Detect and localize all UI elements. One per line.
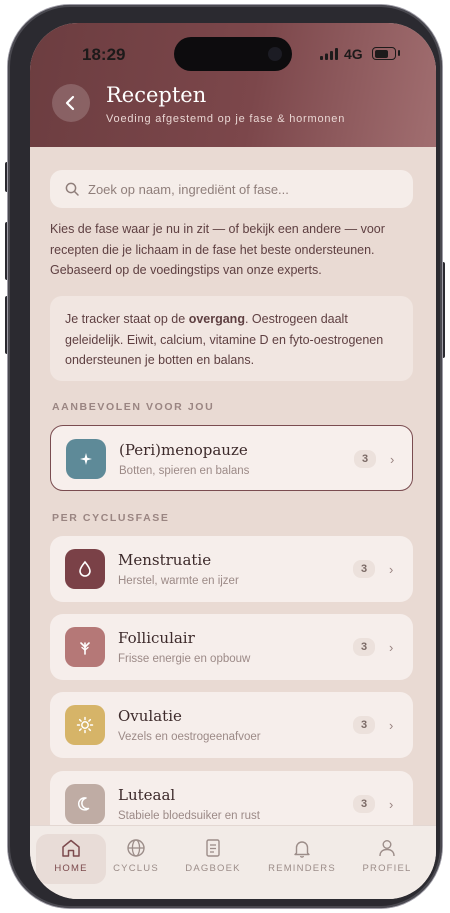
globe-icon (127, 839, 145, 857)
sprout-icon (80, 642, 90, 655)
tab-home[interactable]: HOME (36, 834, 106, 884)
card-description: Stabiele bloedsuiker en rust (118, 810, 260, 822)
recipe-card-menstruatie[interactable]: Menstruatie Herstel, warmte en ijzer 3 › (50, 536, 413, 602)
tab-label: HOME (54, 863, 88, 874)
section-heading-recommended: AANBEVOLEN VOOR JOU (52, 401, 215, 413)
back-button[interactable] (52, 84, 90, 122)
card-title: Luteaal (118, 786, 176, 804)
tab-reminders[interactable]: REMINDERS (262, 834, 342, 884)
card-description: Frisse energie en opbouw (118, 653, 251, 665)
recipe-card-ovulatie[interactable]: Ovulatie Vezels en oestrogeenafvoer 3 › (50, 692, 413, 758)
tab-label: REMINDERS (268, 863, 336, 874)
journal-icon (206, 839, 220, 857)
tab-profiel[interactable]: PROFIEL (352, 834, 422, 884)
tab-label: CYCLUS (113, 863, 159, 874)
status-time: 18:29 (82, 45, 126, 64)
card-icon-bg (66, 439, 106, 479)
search-icon (65, 182, 79, 196)
tracker-info-text: Je tracker staat op de overgang. Oestrog… (65, 312, 384, 367)
card-icon-bg (65, 784, 105, 824)
card-title: Menstruatie (118, 551, 212, 569)
recipe-card-perimenopauze[interactable]: (Peri)menopauze Botten, spieren en balan… (50, 425, 413, 491)
chevron-right-icon: › (389, 718, 394, 733)
chevron-right-icon: › (389, 562, 394, 577)
sparkle-icon (80, 453, 92, 465)
recipe-count-badge: 3 (353, 795, 375, 813)
bell-icon (294, 841, 310, 858)
recipe-card-folliculair[interactable]: Folliculair Frisse energie en opbouw 3 › (50, 614, 413, 680)
signal-icon (320, 48, 338, 60)
search-bar[interactable] (50, 170, 413, 208)
card-description: Vezels en oestrogeenafvoer (118, 731, 261, 743)
card-title: Folliculair (118, 629, 195, 647)
tab-label: DAGBOEK (185, 863, 241, 874)
page-subtitle: Voeding afgestemd op je fase & hormonen (106, 113, 346, 125)
recipe-count-badge: 3 (353, 716, 375, 734)
home-icon (62, 839, 80, 857)
sun-icon (76, 716, 94, 734)
user-icon (379, 840, 395, 857)
chevron-right-icon: › (389, 640, 394, 655)
app-screen: Recepten Voeding afgestemd op je fase & … (30, 23, 436, 899)
recipe-count-badge: 3 (353, 560, 375, 578)
card-description: Herstel, warmte en ijzer (118, 575, 239, 587)
recipe-count-badge: 3 (354, 450, 376, 468)
card-title: (Peri)menopauze (119, 441, 248, 459)
drop-icon (79, 560, 91, 577)
status-bar: 18:29 4G (30, 23, 436, 77)
card-icon-bg (65, 705, 105, 745)
bottom-tab-bar: HOME CYCLUS DAGBOEK REMINDERS PROFIEL (30, 825, 436, 899)
page-title: Recepten (106, 83, 207, 107)
dynamic-island (174, 37, 292, 71)
card-description: Botten, spieren en balans (119, 465, 250, 477)
intro-text: Kies de fase waar je nu in zit — of beki… (50, 222, 385, 277)
tab-dagboek[interactable]: DAGBOEK (178, 834, 248, 884)
chevron-left-icon (65, 95, 75, 111)
card-icon-bg (65, 627, 105, 667)
network-label: 4G (344, 46, 363, 62)
section-heading-phases: PER CYCLUSFASE (52, 512, 170, 524)
card-icon-bg (65, 549, 105, 589)
recipe-count-badge: 3 (353, 638, 375, 656)
phone-frame: Recepten Voeding afgestemd op je fase & … (8, 5, 442, 908)
battery-icon (372, 47, 396, 60)
moon-icon (77, 797, 90, 811)
search-input[interactable] (88, 170, 398, 208)
chevron-right-icon: › (389, 797, 394, 812)
tab-cyclus[interactable]: CYCLUS (101, 834, 171, 884)
tracker-info-box: Je tracker staat op de overgang. Oestrog… (50, 296, 413, 381)
tab-label: PROFIEL (362, 863, 412, 874)
card-title: Ovulatie (118, 707, 182, 725)
chevron-right-icon: › (390, 452, 395, 467)
